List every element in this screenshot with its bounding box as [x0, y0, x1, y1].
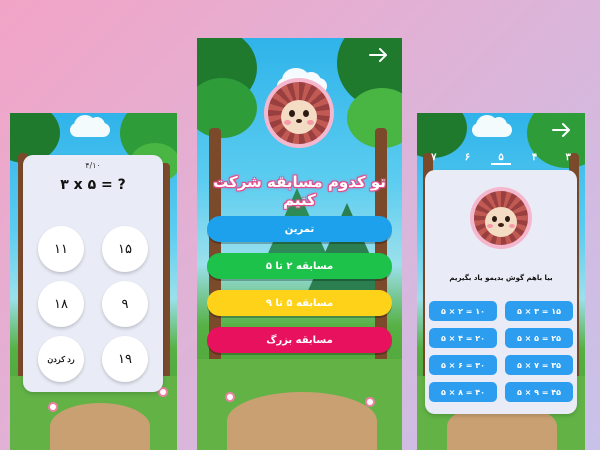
answer-option-1[interactable]: ۱۵ [102, 226, 148, 272]
quiz-screen: ۴/۱۰ ۳ x ۵ = ? ۱۵ ۱۱ ۹ ۱۸ ۱۹ رد کردن [10, 113, 177, 450]
fact-5x2[interactable]: ۵ × ۲ = ۱۰ [429, 301, 497, 321]
hedgehog-icon [264, 78, 334, 148]
practice-button[interactable]: تمرین [207, 216, 392, 242]
fact-5x4[interactable]: ۵ × ۴ = ۲۰ [429, 328, 497, 348]
quiz-question: ۳ x ۵ = ? [60, 177, 126, 193]
table-card: بیا باهم گوش بدیمو یاد بگیریم ۵ × ۳ = ۱۵… [425, 170, 577, 414]
menu-screen: تو کدوم مسابقه شرکت کنیم تمرین مسابقه ۲ … [197, 38, 402, 450]
table-tabs: ۳ ۴ ۵ ۶ ۷ [417, 147, 585, 167]
answer-option-2[interactable]: ۱۱ [38, 226, 84, 272]
tab-7[interactable]: ۷ [422, 147, 446, 167]
contest-5-to-9-button[interactable]: مسابقه ۵ تا ۹ [207, 290, 392, 316]
quiz-card: ۴/۱۰ ۳ x ۵ = ? ۱۵ ۱۱ ۹ ۱۸ ۱۹ رد کردن [23, 155, 163, 392]
answer-option-3[interactable]: ۹ [102, 281, 148, 327]
table-screen: ۳ ۴ ۵ ۶ ۷ بیا باهم گوش بدیمو یاد بگیریم … [417, 113, 585, 450]
back-button[interactable] [551, 121, 573, 139]
fact-5x3[interactable]: ۵ × ۳ = ۱۵ [505, 301, 573, 321]
fact-5x5[interactable]: ۵ × ۵ = ۲۵ [505, 328, 573, 348]
fact-5x8[interactable]: ۵ × ۸ = ۴۰ [429, 382, 497, 402]
fact-5x9[interactable]: ۵ × ۹ = ۴۵ [505, 382, 573, 402]
table-caption: بیا باهم گوش بدیمو یاد بگیریم [449, 274, 553, 282]
hedgehog-icon [470, 187, 532, 249]
skip-button[interactable]: رد کردن [38, 336, 84, 382]
tab-3[interactable]: ۳ [556, 147, 580, 167]
fact-5x6[interactable]: ۵ × ۶ = ۳۰ [429, 355, 497, 375]
arrow-right-icon [551, 121, 573, 139]
answer-option-5[interactable]: ۱۹ [102, 336, 148, 382]
tab-4[interactable]: ۴ [523, 147, 547, 167]
contest-2-to-5-button[interactable]: مسابقه ۲ تا ۵ [207, 253, 392, 279]
fact-5x7[interactable]: ۵ × ۷ = ۳۵ [505, 355, 573, 375]
menu-title: تو کدوم مسابقه شرکت کنیم [213, 173, 386, 209]
arrow-right-icon [368, 46, 390, 64]
tab-5[interactable]: ۵ [489, 147, 513, 167]
back-button[interactable] [368, 46, 390, 64]
big-contest-button[interactable]: مسابقه بزرگ [207, 327, 392, 353]
tab-6[interactable]: ۶ [455, 147, 479, 167]
question-progress: ۴/۱۰ [85, 161, 101, 170]
answer-option-4[interactable]: ۱۸ [38, 281, 84, 327]
